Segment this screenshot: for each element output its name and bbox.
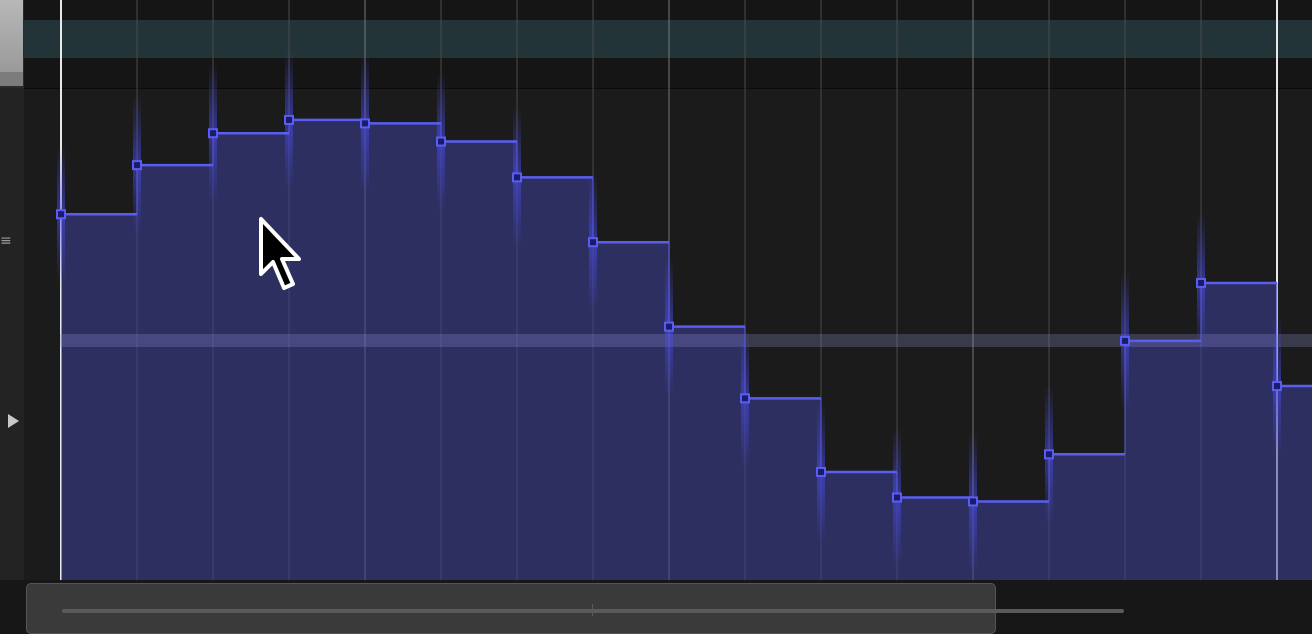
automation-step-fill: [669, 326, 745, 580]
automation-point[interactable]: [740, 393, 750, 404]
automation-point[interactable]: [56, 209, 66, 220]
automation-point[interactable]: [284, 114, 294, 125]
scroll-track-divider: [592, 604, 593, 616]
automation-step-fill: [517, 177, 593, 580]
automation-step-fill: [289, 119, 365, 580]
automation-point[interactable]: [436, 136, 446, 147]
automation-point[interactable]: [588, 237, 598, 248]
automation-step-fill: [973, 501, 1049, 580]
automation-step-fill: [365, 123, 441, 580]
automation-point[interactable]: [132, 160, 142, 171]
automation-step-fill: [593, 242, 669, 580]
automation-step-fill: [821, 471, 897, 580]
automation-step-fill: [137, 165, 213, 580]
automation-point[interactable]: [1120, 335, 1130, 346]
automation-point[interactable]: [816, 466, 826, 477]
automation-step-fill: [1201, 282, 1277, 580]
automation-step-fill: [897, 497, 973, 580]
automation-step-fill: [1125, 340, 1201, 580]
automation-step-fill: [1277, 386, 1312, 580]
automation-step-fill: [745, 398, 821, 580]
automation-point[interactable]: [1044, 449, 1054, 460]
automation-point[interactable]: [1272, 381, 1282, 392]
mouse-cursor-icon: [259, 217, 301, 290]
horizontal-scroll-track[interactable]: [62, 609, 1124, 613]
automation-point[interactable]: [892, 492, 902, 503]
automation-step-fill: [1049, 454, 1125, 580]
automation-point[interactable]: [664, 321, 674, 332]
automation-step-fill: [213, 133, 289, 580]
automation-point[interactable]: [512, 172, 522, 183]
automation-point[interactable]: [1196, 277, 1206, 288]
automation-step-fill: [61, 214, 137, 580]
automation-point[interactable]: [208, 128, 218, 139]
automation-envelope[interactable]: [0, 0, 1312, 580]
automation-step-fill: [441, 141, 517, 580]
automation-point[interactable]: [968, 496, 978, 507]
automation-point[interactable]: [360, 118, 370, 129]
